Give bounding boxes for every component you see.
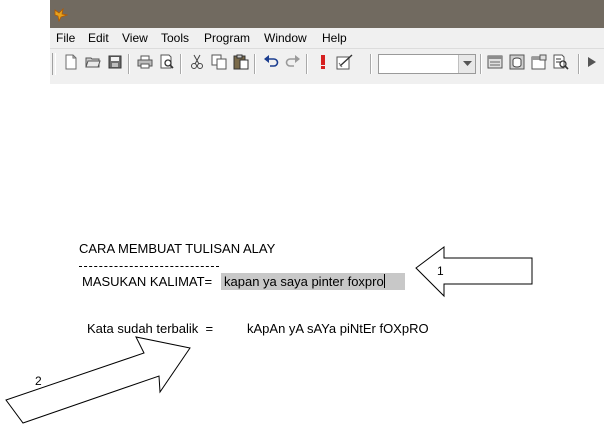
annotation-arrow-2 <box>5 336 191 424</box>
annotation-layer: 1 2 <box>5 246 533 424</box>
annotation-arrow-2-label: 2 <box>35 374 42 388</box>
annotation-arrow-1-label: 1 <box>437 264 444 278</box>
annotation-arrow-1 <box>415 246 533 298</box>
